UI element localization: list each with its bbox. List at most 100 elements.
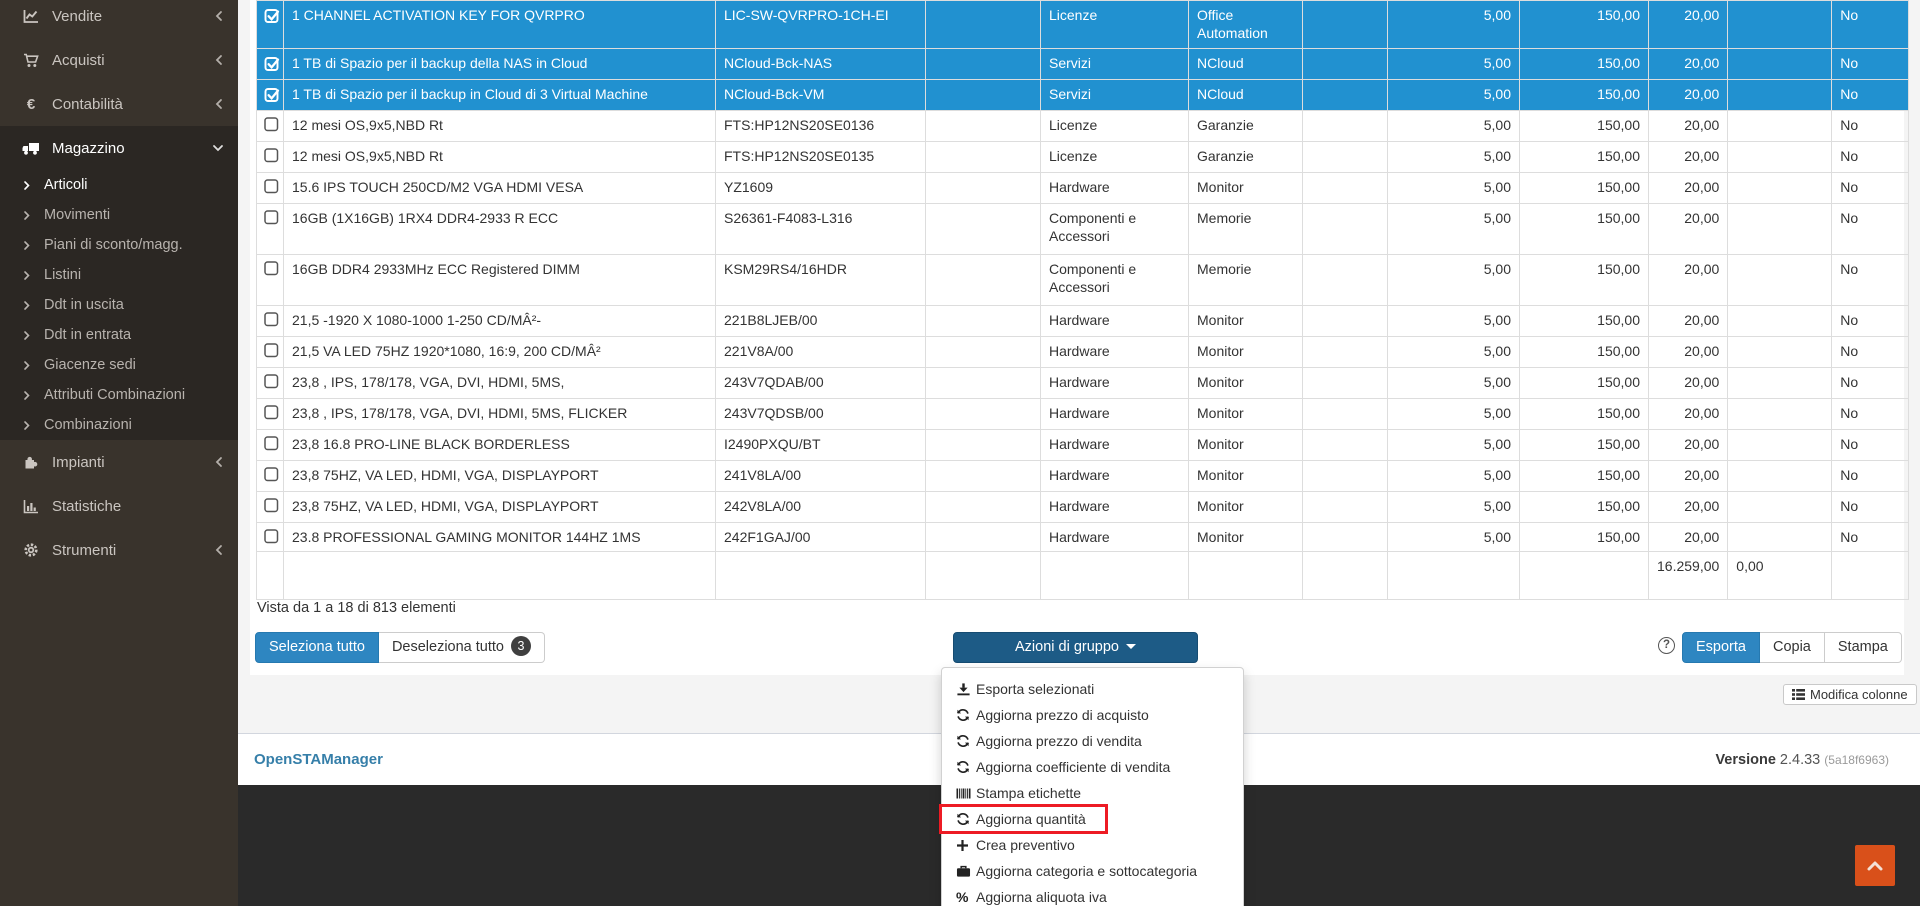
puzzle-piece-icon [18,455,44,470]
table-row[interactable]: 1 CHANNEL ACTIVATION KEY FOR QVRPRO LIC-S… [256,0,1910,49]
brand-link[interactable]: OpenSTAManager [254,751,383,768]
checked-checkbox[interactable] [264,55,283,72]
cell-code: NCloud-Bck-NAS [715,48,926,80]
esporta-button[interactable]: Esporta [1682,632,1760,663]
sidebar-subitem-listini[interactable]: Listini [0,260,238,290]
table-row[interactable]: 12 mesi OS,9x5,NBD Rt FTS:HP12NS20SE0136 L… [256,110,1910,142]
cell-code: 242F1GAJ/00 [715,522,926,552]
totals-empty-cell [1519,551,1649,600]
cell-price: 150,00 [1519,48,1649,80]
sidebar-item-impianti[interactable]: Impianti [0,440,238,484]
menu-item-aggiorna-aliquota-iva[interactable]: % Aggiorna aliquota iva [942,884,1243,906]
menu-item-aggiorna-categoria-e-sottocategoria[interactable]: Aggiorna categoria e sottocategoria [942,858,1243,884]
menu-item-esporta-selezionati[interactable]: Esporta selezionati [942,676,1243,702]
sidebar-subitem-articoli[interactable]: Articoli [0,170,238,200]
row-checkbox[interactable] [264,148,283,163]
table-row[interactable]: 1 TB di Spazio per il backup della NAS i… [256,48,1910,80]
checked-checkbox[interactable] [264,86,283,103]
cell-pct: 20,00 [1647,305,1729,337]
sidebar-item-contabilit[interactable]: € Contabilità [0,82,238,126]
row-checkbox[interactable] [264,436,283,451]
sidebar-subitem-ddt-in-uscita[interactable]: Ddt in uscita [0,290,238,320]
cell-pct: 20,00 [1647,460,1729,492]
table-row[interactable]: 23,8 75HZ, VA LED, HDMI, VGA, DISPLAYPOR… [256,491,1910,523]
cell-pct: 20,00 [1647,254,1729,306]
table-row[interactable]: 16GB (1X16GB) 1RX4 DDR4-2933 R ECC S26361… [256,203,1910,255]
sidebar-item-label: Impianti [52,453,105,471]
cell-price: 150,00 [1519,0,1649,49]
sidebar-item-strumenti[interactable]: Strumenti [0,528,238,572]
cell-description: 1 TB di Spazio per il backup della NAS i… [283,48,716,80]
table-row[interactable]: 23,8 , IPS, 178/178, VGA, DVI, HDMI, 5MS… [256,398,1910,430]
row-checkbox[interactable] [264,374,283,389]
table-row[interactable]: 16GB DDR4 2933MHz ECC Registered DIMM KSM… [256,254,1910,306]
edit-columns-button[interactable]: Modifica colonne [1783,684,1917,705]
sidebar-subitem-ddt-in-entrata[interactable]: Ddt in entrata [0,320,238,350]
sidebar-item-statistiche[interactable]: Statistiche [0,484,238,528]
totals-empty-cell [925,551,1041,600]
help-icon[interactable]: ? [1658,637,1675,654]
copia-button[interactable]: Copia [1759,632,1825,663]
menu-item-aggiorna-quantit[interactable]: Aggiorna quantità [942,806,1243,832]
row-checkbox[interactable] [264,117,283,132]
stampa-button[interactable]: Stampa [1824,632,1902,663]
table-row[interactable]: 23,8 75HZ, VA LED, HDMI, VGA, DISPLAYPOR… [256,460,1910,492]
menu-item-label: Aggiorna quantità [976,811,1086,827]
row-checkbox[interactable] [264,210,283,225]
sidebar-item-magazzino[interactable]: Magazzino [0,126,238,170]
table-row[interactable]: 21,5 VA LED 75HZ 1920*1080, 16:9, 200 CD… [256,336,1910,368]
sidebar-item-label: Statistiche [52,497,122,515]
menu-item-crea-preventivo[interactable]: Crea preventivo [942,832,1243,858]
cell-pct: 20,00 [1647,336,1729,368]
menu-item-aggiorna-prezzo-di-acquisto[interactable]: Aggiorna prezzo di acquisto [942,702,1243,728]
row-checkbox[interactable] [264,261,283,276]
cell-empty [925,172,1041,204]
cell-serial: No [1831,79,1910,111]
cell-category: Hardware [1040,172,1189,204]
sidebar-item-vendite[interactable]: Vendite [0,0,238,38]
menu-item-stampa-etichette[interactable]: Stampa etichette [942,780,1243,806]
deselect-all-button[interactable]: Deseleziona tutto 3 [378,632,545,663]
cell-price: 150,00 [1519,336,1649,368]
row-checkbox[interactable] [264,529,283,544]
row-checkbox[interactable] [264,498,283,513]
cell-category: Componenti e Accessori [1040,203,1189,255]
checked-checkbox[interactable] [264,7,283,24]
cell-category: Hardware [1040,522,1189,552]
cell-code: 221B8LJEB/00 [715,305,926,337]
angle-right-icon [22,390,44,401]
table-row[interactable]: 21,5 -1920 X 1080-1000 1-250 CD/MÂ²- 221B… [256,305,1910,337]
sidebar-subitem-attributi-combinazioni[interactable]: Attributi Combinazioni [0,380,238,410]
table-row[interactable]: 23,8 16.8 PRO-LINE BLACK BORDERLESS I2490… [256,429,1910,461]
row-checkbox[interactable] [264,179,283,194]
menu-item-aggiorna-prezzo-di-vendita[interactable]: Aggiorna prezzo di vendita [942,728,1243,754]
table-row[interactable]: 12 mesi OS,9x5,NBD Rt FTS:HP12NS20SE0135 L… [256,141,1910,173]
row-checkbox[interactable] [264,405,283,420]
table-row[interactable]: 23,8 , IPS, 178/178, VGA, DVI, HDMI, 5MS… [256,367,1910,399]
row-checkbox[interactable] [264,312,283,327]
cell-serial: No [1831,367,1910,399]
cell-empty [1727,79,1833,111]
cell-empty [1302,203,1388,255]
totals-empty-cell [1188,551,1303,600]
table-row[interactable]: 23.8 PROFESSIONAL GAMING MONITOR 144HZ 1… [256,522,1910,552]
chevron-left-icon [214,10,224,22]
group-actions-button[interactable]: Azioni di gruppo [953,632,1198,663]
cell-checkbox [256,336,284,368]
row-checkbox[interactable] [264,467,283,482]
select-all-button[interactable]: Seleziona tutto [255,632,379,663]
sidebar-subitem-movimenti[interactable]: Movimenti [0,200,238,230]
table-row[interactable]: 15.6 IPS TOUCH 250CD/M2 VGA HDMI VESA YZ1… [256,172,1910,204]
cell-description: 12 mesi OS,9x5,NBD Rt [283,141,716,173]
sidebar-subitem-giacenze-sedi[interactable]: Giacenze sedi [0,350,238,380]
barcode-icon [956,787,976,800]
row-checkbox[interactable] [264,343,283,358]
sidebar-subitem-combinazioni[interactable]: Combinazioni [0,410,238,440]
scroll-to-top-button[interactable] [1855,845,1895,886]
table-row[interactable]: 1 TB di Spazio per il backup in Cloud di… [256,79,1910,111]
sidebar-subitem-piani-di-sconto-magg[interactable]: Piani di sconto/magg. [0,230,238,260]
menu-item-aggiorna-coefficiente-di-vendita[interactable]: Aggiorna coefficiente di vendita [942,754,1243,780]
cell-category: Servizi [1040,48,1189,80]
sidebar-item-acquisti[interactable]: Acquisti [0,38,238,82]
cell-empty [1302,522,1388,552]
